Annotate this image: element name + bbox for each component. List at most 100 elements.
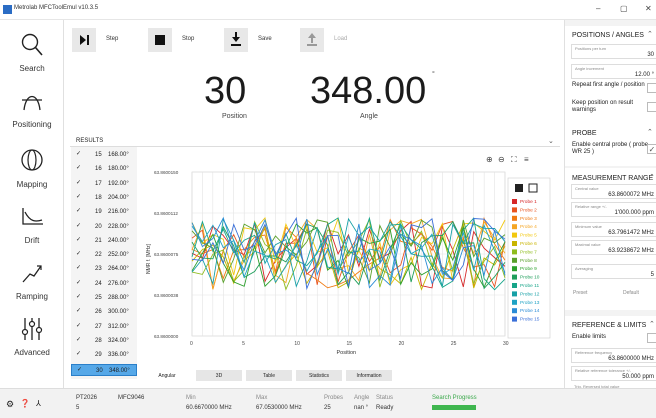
y-tick-label: 63.8600000: [154, 334, 179, 339]
step-icon-bg: [72, 28, 96, 52]
keep-position-checkbox[interactable]: [647, 102, 656, 112]
check-icon[interactable]: ✓: [76, 279, 81, 286]
x-axis-label: Position: [337, 350, 357, 356]
enable-central-checkbox[interactable]: ✓: [647, 144, 656, 154]
minimum-value-field[interactable]: Minimum value 63.7961472 MHz: [571, 222, 656, 237]
positions-per-turn-field[interactable]: Positions per turn 30: [571, 44, 656, 59]
result-row[interactable]: ✓ 19 216.00°: [71, 206, 137, 218]
field-label: Relative reference tolerance +/-: [575, 368, 631, 373]
result-row[interactable]: ✓ 25 288.00°: [71, 292, 137, 304]
result-angle: 276.00°: [108, 280, 129, 287]
result-index: 17: [95, 180, 102, 187]
results-collapse-icon[interactable]: ⌄: [548, 137, 554, 145]
check-icon[interactable]: ✓: [76, 293, 81, 300]
status-value: Ready: [376, 405, 394, 411]
step-button[interactable]: Step: [72, 28, 132, 52]
results-header[interactable]: RESULTS ⌄: [70, 137, 560, 147]
reference-frequency-field[interactable]: Reference frequency 63.8600000 MHz: [571, 348, 656, 363]
result-angle: 216.00°: [108, 209, 129, 216]
result-angle: 348.00°: [109, 367, 130, 374]
check-icon[interactable]: ✓: [76, 350, 81, 357]
y-tick-label: 63.8600150: [154, 170, 179, 175]
check-icon[interactable]: ✓: [76, 336, 81, 343]
min-value: 60.6670000 MHz: [186, 405, 232, 411]
field-label: Central value: [575, 186, 599, 191]
result-row[interactable]: ✓ 15 168.00°: [71, 149, 137, 161]
legend-label: Probe 13: [520, 300, 540, 306]
nav-advanced[interactable]: Advanced: [0, 308, 64, 364]
repeat-first-checkbox[interactable]: [647, 83, 656, 93]
nav-label: Search: [19, 64, 45, 73]
averaging-field[interactable]: Averaging 5: [571, 264, 656, 279]
tab-3d[interactable]: 3D: [196, 370, 242, 381]
nmr-chart: 63.8600150 63.8600112 63.8600075 63.8600038…: [146, 155, 551, 356]
load-button[interactable]: Load: [300, 28, 360, 52]
probe-title: PROBE: [572, 130, 597, 137]
result-row[interactable]: ✓ 20 228.00°: [71, 221, 137, 233]
close-button[interactable]: ✕: [645, 4, 652, 13]
check-icon[interactable]: ✓: [76, 164, 81, 171]
check-icon[interactable]: ✓: [76, 150, 81, 157]
maximize-button[interactable]: ▢: [620, 4, 628, 13]
reference-tolerance-field[interactable]: Relative reference tolerance +/- 50.000 …: [571, 366, 656, 381]
result-row[interactable]: ✓ 18 204.00°: [71, 192, 137, 204]
legend-swatch: [512, 291, 517, 297]
result-row[interactable]: ✓ 22 252.00°: [71, 249, 137, 261]
tab-information[interactable]: Information: [346, 370, 392, 381]
result-row[interactable]: ✓ 21 240.00°: [71, 235, 137, 247]
chevron-up-icon[interactable]: ⌃: [649, 173, 655, 181]
legend-swatch: [512, 224, 517, 230]
device1-name: PT2026: [76, 395, 98, 401]
tab-table[interactable]: Table: [246, 370, 292, 381]
check-icon[interactable]: ✓: [76, 193, 81, 200]
check-icon[interactable]: ✓: [76, 322, 81, 329]
nav-mapping[interactable]: Mapping: [0, 140, 64, 196]
check-icon[interactable]: ✓: [76, 236, 81, 243]
chevron-up-icon[interactable]: ⌃: [647, 128, 653, 136]
check-icon[interactable]: ✓: [76, 307, 81, 314]
chevron-up-icon[interactable]: ⌃: [649, 320, 655, 328]
angle-increment-field[interactable]: Angle increment 12.00 °: [571, 64, 656, 79]
tab-angular[interactable]: Angular: [144, 370, 190, 381]
chevron-up-icon[interactable]: ⌃: [647, 30, 653, 38]
result-row[interactable]: ✓ 26 300.00°: [71, 306, 137, 318]
check-icon[interactable]: ✓: [76, 250, 81, 257]
result-row[interactable]: ✓ 30 348.00°: [71, 363, 137, 376]
nav-ramping[interactable]: Ramping: [0, 252, 64, 308]
result-row[interactable]: ✓ 27 312.00°: [71, 321, 137, 333]
nav-positioning[interactable]: Positioning: [0, 80, 64, 136]
help-icon[interactable]: ❓: [20, 399, 30, 408]
result-index: 29: [95, 352, 102, 359]
preset-button[interactable]: Preset: [573, 290, 587, 296]
default-button[interactable]: Default: [623, 290, 639, 296]
relative-range-field[interactable]: Relative range +/- 1'000.000 ppm: [571, 202, 656, 217]
result-row[interactable]: ✓ 17 192.00°: [71, 178, 137, 190]
legend-swatch: [512, 249, 517, 255]
zoom-in-icon: ⊕: [486, 155, 493, 164]
result-row[interactable]: ✓ 28 324.00°: [71, 335, 137, 347]
enable-limits-checkbox[interactable]: [647, 333, 656, 343]
result-row[interactable]: ✓ 29 336.00°: [71, 349, 137, 361]
reference-limits-section: REFERENCE & LIMITS ⌃ Enable limits Refer…: [565, 316, 656, 389]
field-value: 63.8600072 MHz: [608, 192, 654, 198]
connection-icon[interactable]: ⅄: [36, 399, 41, 408]
nav-search[interactable]: Search: [0, 24, 64, 80]
tab-statistics[interactable]: Statistics: [296, 370, 342, 381]
check-icon[interactable]: ✓: [76, 179, 81, 186]
result-row[interactable]: ✓ 16 180.00°: [71, 163, 137, 175]
result-row[interactable]: ✓ 23 264.00°: [71, 263, 137, 275]
result-row[interactable]: ✓ 24 276.00°: [71, 278, 137, 290]
check-icon[interactable]: ✓: [76, 264, 81, 271]
nav-drift[interactable]: Drift: [0, 196, 64, 252]
central-value-field[interactable]: Central value 63.8600072 MHz: [571, 184, 656, 199]
gear-icon[interactable]: ⚙: [6, 399, 14, 410]
check-icon[interactable]: ✓: [77, 366, 82, 373]
result-angle: 240.00°: [108, 237, 129, 244]
maximal-value-field[interactable]: Maximal value 63.9238672 MHz: [571, 240, 656, 255]
check-icon[interactable]: ✓: [76, 222, 81, 229]
stop-button[interactable]: Stop: [148, 28, 208, 52]
result-angle: 264.00°: [108, 266, 129, 273]
save-button[interactable]: Save: [224, 28, 284, 52]
check-icon[interactable]: ✓: [76, 207, 81, 214]
minimize-button[interactable]: –: [596, 4, 600, 13]
